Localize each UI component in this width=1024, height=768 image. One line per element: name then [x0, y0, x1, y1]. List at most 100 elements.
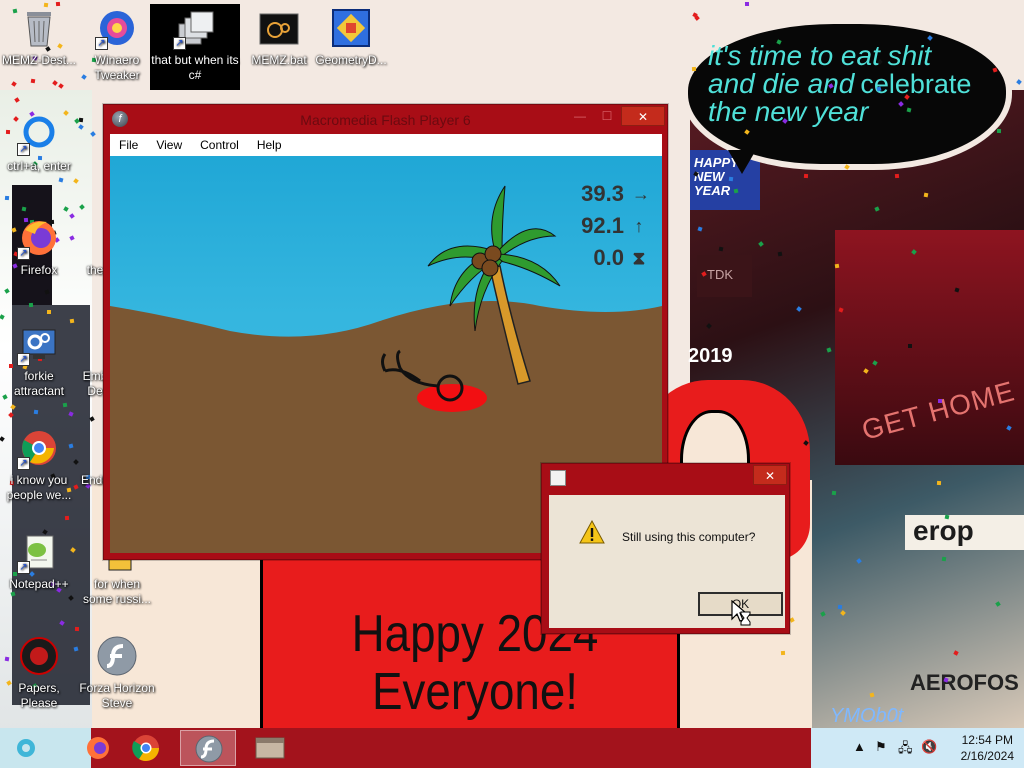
menu-help[interactable]: Help — [248, 138, 291, 152]
taskbar-window-button[interactable] — [242, 730, 298, 766]
desktop-icon-label: i know you people we... — [6, 473, 72, 502]
close-button[interactable]: ✕ — [621, 106, 665, 126]
taskbar-chrome-button[interactable] — [118, 730, 174, 766]
confetti-piece — [52, 80, 59, 86]
volume-muted-icon[interactable]: 🔇 — [921, 739, 937, 755]
shortcut-arrow-icon: ↗ — [17, 561, 30, 574]
desktop-icon-label: the — [86, 263, 104, 277]
desktop-icon-that-but-c-sharp[interactable]: ↗ that but when its c# — [150, 4, 240, 90]
confetti-piece — [62, 402, 67, 408]
menu-view[interactable]: View — [147, 138, 191, 152]
stat-value-x: 39.3 — [581, 181, 624, 206]
confetti-piece — [745, 2, 750, 7]
confetti-piece — [838, 306, 844, 313]
flash-player-icon — [195, 735, 223, 763]
confetti-piece — [65, 515, 70, 521]
desktop-icon-memz-dest[interactable]: MEMZ-Dest... — [0, 4, 78, 68]
confetti-piece — [33, 409, 39, 415]
desktop-icon-geometry-dash[interactable]: GeometryD... — [312, 4, 390, 68]
chrome-icon: ↗ — [17, 426, 61, 470]
speech-line-2: and die and celebrate — [708, 69, 986, 99]
desktop-icon-label: Forza Horizon Steve — [79, 681, 155, 710]
desktop-icon-label: MEMZ.bat — [251, 53, 307, 67]
desktop-icon-label: Notepad++ — [9, 577, 69, 591]
desktop-icon-label: Firefox — [20, 263, 58, 277]
flash-icon — [95, 634, 139, 678]
desktop-icon-i-know-you-people[interactable]: ↗ i know you people we... — [0, 424, 78, 503]
show-hidden-icons-icon[interactable]: ▲ — [853, 739, 866, 754]
desktop-icon-papers-please[interactable]: Papers, Please — [0, 632, 78, 711]
clock-date: 2/16/2024 — [960, 749, 1014, 763]
speech-line-2b: celebrate — [860, 69, 972, 99]
speed-stats: 39.3 → 92.1 ↑ 0.0 ⧗ — [581, 178, 650, 274]
shortcut-arrow-icon: ↗ — [173, 37, 186, 50]
firefox-icon: ↗ — [17, 216, 61, 260]
desktop-icon-label: forkie attractant — [13, 369, 65, 398]
maximize-button[interactable]: ☐ — [594, 106, 620, 126]
taskbar-flash-button[interactable] — [180, 730, 236, 766]
wallpaper-year-sign: 2019 — [688, 345, 733, 367]
speech-line-3: the new year — [708, 96, 869, 127]
arrow-up-icon: ↑ — [634, 216, 644, 236]
desktop-icon-label: GeometryD... — [315, 53, 387, 67]
confetti-piece — [936, 480, 941, 485]
settings-monitor-icon: ↗ — [17, 322, 61, 366]
menu-control[interactable]: Control — [191, 138, 248, 152]
start-button[interactable] — [4, 730, 60, 766]
chrome-icon — [132, 735, 160, 762]
desktop-icon-memz-bat[interactable]: MEMZ.bat — [240, 4, 318, 68]
menu-file[interactable]: File — [110, 138, 147, 152]
window-icon — [255, 737, 285, 759]
cortana-ring-icon: ↗ — [17, 112, 61, 156]
confetti-piece — [4, 195, 10, 200]
desktop-icon-winaero[interactable]: ↗ Winaero Tweaker — [78, 4, 156, 83]
wallpaper-sticker: erop — [905, 515, 1024, 550]
confetti-piece — [75, 627, 80, 632]
action-center-flag-icon[interactable]: ⚑ — [875, 739, 887, 755]
wallpaper-watermark: YMOb0t — [830, 705, 904, 727]
system-tray: ▲ ⚑ 🖧 🔇 12:54 PM 2/16/2024 — [811, 728, 1024, 768]
close-icon: ✕ — [764, 469, 776, 483]
speech-line-1: it's time to eat shit — [708, 40, 932, 71]
desktop-icon-notepad-plus-plus[interactable]: ↗ Notepad++ — [0, 528, 78, 592]
ie-icon — [17, 739, 35, 757]
confetti-piece — [10, 81, 17, 88]
system-clock[interactable]: 12:54 PM 2/16/2024 — [961, 732, 1014, 764]
close-icon: ✕ — [637, 110, 649, 124]
taskbar-apps — [87, 728, 811, 768]
desktop-icon-ctrl-a-enter[interactable]: ↗ ctrl+a, enter — [0, 110, 78, 174]
arrow-right-icon: → — [632, 184, 650, 204]
speech-bubble-tail — [728, 150, 756, 174]
desktop-icon-forkie-attractant[interactable]: ↗ forkie attractant — [0, 320, 78, 399]
confetti-piece — [908, 343, 913, 348]
still-using-dialog[interactable]: ✕ Still using this computer? OK — [541, 463, 790, 634]
shortcut-arrow-icon: ↗ — [17, 143, 30, 156]
clock-time: 12:54 PM — [961, 733, 1013, 747]
wallpaper-aerofos-sign: AEROFOS — [910, 670, 1019, 695]
confetti-piece — [937, 399, 942, 404]
firefox-icon — [87, 737, 109, 759]
stat-row-x: 39.3 → — [581, 178, 650, 210]
confetti-piece — [691, 66, 696, 72]
confetti-piece — [803, 173, 808, 178]
network-icon[interactable]: 🖧 — [898, 739, 913, 761]
wallpaper-speech-bubble: it's time to eat shit and die and celebr… — [682, 18, 1012, 170]
warning-icon — [579, 520, 605, 544]
dialog-titlebar[interactable]: ✕ — [542, 464, 789, 493]
window-titlebar[interactable]: f Macromedia Flash Player 6 — ☐ ✕ — [104, 105, 667, 134]
confetti-piece — [89, 416, 95, 422]
stat-row-y: 92.1 ↑ — [581, 210, 646, 242]
confetti-piece — [1016, 79, 1022, 86]
desktop-icon-label: Papers, Please — [18, 681, 60, 710]
desktop-icon-firefox[interactable]: ↗ Firefox — [0, 214, 78, 278]
taskbar-firefox-button[interactable] — [58, 730, 114, 766]
minimize-button[interactable]: — — [567, 106, 593, 126]
dialog-app-icon — [550, 470, 566, 486]
desktop-icon-forza-horizon-steve[interactable]: Forza Horizon Steve — [78, 632, 156, 711]
stacked-windows-icon: ↗ — [173, 6, 217, 50]
dialog-close-button[interactable]: ✕ — [753, 465, 787, 485]
shortcut-arrow-icon: ↗ — [17, 353, 30, 366]
stat-value-y: 92.1 — [581, 213, 624, 238]
geometry-dash-icon — [329, 6, 373, 50]
desktop-icon-label: ctrl+a, enter — [7, 159, 71, 173]
